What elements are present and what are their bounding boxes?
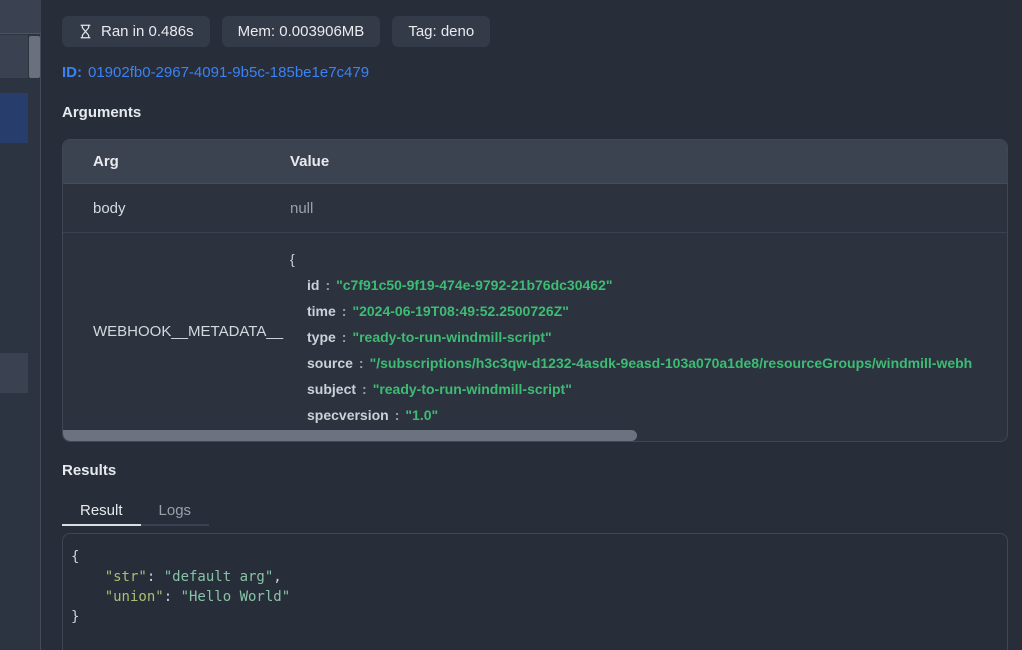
webhook-json-value: { id:"c7f91c50-9f19-474e-9792-21b76dc304… bbox=[290, 233, 1007, 430]
column-header-value: Value bbox=[290, 153, 1007, 170]
job-id-line: ID: 01902fb0-2967-4091-9b5c-185be1e7c479 bbox=[62, 64, 1008, 82]
json-close-brace: } bbox=[71, 609, 79, 625]
sidebar-item[interactable] bbox=[0, 353, 28, 393]
memory-badge-label: Mem: 0.003906MB bbox=[238, 23, 365, 40]
job-run-panel: Ran in 0.486s Mem: 0.003906MB Tag: deno … bbox=[42, 0, 1022, 650]
sidebar-rail bbox=[0, 0, 41, 650]
table-scrollbar-thumb[interactable] bbox=[63, 430, 637, 441]
memory-badge: Mem: 0.003906MB bbox=[222, 16, 381, 47]
table-horizontal-scrollbar[interactable] bbox=[63, 430, 1007, 441]
arguments-table: Arg Value body null WEBHOOK__METADATA__ … bbox=[62, 139, 1008, 442]
tab-result[interactable]: Result bbox=[62, 497, 141, 526]
job-id-label: ID: bbox=[62, 64, 82, 81]
json-entry: "union": "Hello World" bbox=[71, 587, 999, 607]
arg-name: WEBHOOK__METADATA__ bbox=[63, 233, 290, 430]
sidebar-item-top[interactable] bbox=[0, 0, 41, 34]
arg-name: body bbox=[63, 200, 290, 217]
json-entry: "str": "default arg", bbox=[71, 567, 999, 587]
json-entry: type:"ready-to-run-windmill-script" bbox=[290, 324, 1007, 350]
table-row-body: body null bbox=[63, 184, 1007, 233]
hourglass-icon bbox=[78, 24, 93, 39]
column-header-arg: Arg bbox=[63, 153, 290, 170]
arg-value-null: null bbox=[290, 200, 1007, 217]
json-entry: id:"c7f91c50-9f19-474e-9792-21b76dc30462… bbox=[290, 272, 1007, 298]
results-heading: Results bbox=[62, 462, 1008, 480]
tag-badge-label: Tag: deno bbox=[408, 23, 474, 40]
json-open-brace: { bbox=[71, 549, 79, 565]
run-stats-row: Ran in 0.486s Mem: 0.003906MB Tag: deno bbox=[62, 16, 1008, 47]
runtime-badge-label: Ran in 0.486s bbox=[101, 23, 194, 40]
json-entry: specversion:"1.0" bbox=[290, 402, 1007, 428]
sidebar-scrollbar-thumb[interactable] bbox=[29, 36, 40, 78]
job-id-link[interactable]: 01902fb0-2967-4091-9b5c-185be1e7c479 bbox=[88, 64, 369, 81]
json-entry: source:"/subscriptions/h3c3qw-d1232-4asd… bbox=[290, 350, 1007, 376]
sidebar-item[interactable] bbox=[0, 35, 28, 78]
result-json-box: { "str": "default arg", "union": "Hello … bbox=[62, 533, 1008, 650]
sidebar-item-active[interactable] bbox=[0, 93, 28, 143]
arguments-table-header: Arg Value bbox=[63, 140, 1007, 184]
results-tabs: Result Logs bbox=[62, 497, 1008, 526]
json-entry: time:"2024-06-19T08:49:52.2500726Z" bbox=[290, 298, 1007, 324]
tag-badge: Tag: deno bbox=[392, 16, 490, 47]
json-open-brace: { bbox=[290, 246, 1007, 272]
runtime-badge: Ran in 0.486s bbox=[62, 16, 210, 47]
arguments-heading: Arguments bbox=[62, 104, 1008, 122]
result-json-code: { "str": "default arg", "union": "Hello … bbox=[71, 547, 999, 627]
table-row-webhook-metadata: WEBHOOK__METADATA__ { id:"c7f91c50-9f19-… bbox=[63, 233, 1007, 430]
json-entry: subject:"ready-to-run-windmill-script" bbox=[290, 376, 1007, 402]
tab-logs[interactable]: Logs bbox=[141, 497, 210, 526]
